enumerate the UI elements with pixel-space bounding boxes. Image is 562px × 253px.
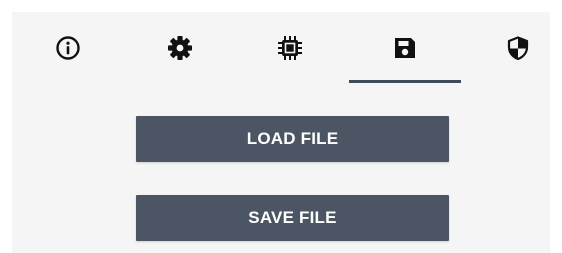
save-icon [395,38,415,58]
save-file-button[interactable]: SAVE FILE [136,195,449,241]
tab-file[interactable] [369,12,441,84]
tab-info[interactable] [32,12,104,84]
tab-hardware[interactable] [254,12,326,84]
active-tab-indicator [349,80,461,83]
tab-security[interactable] [482,12,554,84]
settings-panel: LOAD FILE SAVE FILE [12,12,550,253]
info-icon [56,36,80,60]
chip-icon [278,36,302,60]
tab-settings[interactable] [144,12,216,84]
shield-icon [507,36,529,61]
tab-bar [12,12,550,88]
load-file-button[interactable]: LOAD FILE [136,116,449,162]
gear-icon [168,36,192,60]
